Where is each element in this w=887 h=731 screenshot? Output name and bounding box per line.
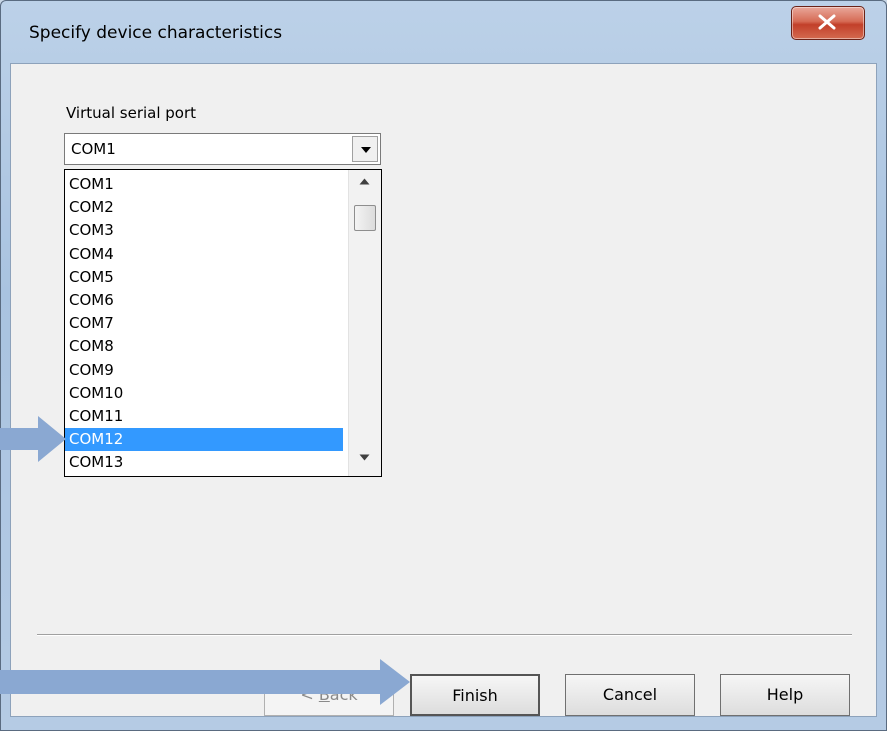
dropdown-option-com10[interactable]: COM10 bbox=[65, 382, 343, 405]
serial-port-combobox[interactable]: COM1 bbox=[64, 133, 381, 165]
dialog-body: Virtual serial port COM1 COM1 COM2 COM3 COM… bbox=[10, 63, 877, 717]
dropdown-option-com9[interactable]: COM9 bbox=[65, 359, 343, 382]
serial-port-label: Virtual serial port bbox=[66, 104, 197, 122]
scroll-down-arrow-icon[interactable] bbox=[359, 454, 370, 461]
dropdown-option-com11[interactable]: COM11 bbox=[65, 405, 343, 428]
dialog-window: Specify device characteristics Virtual s… bbox=[0, 0, 887, 731]
dropdown-option-com12[interactable]: COM12 bbox=[65, 428, 343, 452]
dropdown-option-com2[interactable]: COM2 bbox=[65, 196, 343, 219]
scroll-thumb[interactable] bbox=[354, 205, 376, 231]
dropdown-option-com8[interactable]: COM8 bbox=[65, 335, 343, 358]
title-bar[interactable]: Specify device characteristics bbox=[1, 1, 886, 63]
chevron-down-icon bbox=[361, 147, 371, 153]
dropdown-options: COM1 COM2 COM3 COM4 COM5 COM6 COM7 COM8 COM9 COM1… bbox=[65, 173, 343, 474]
serial-port-selected-value: COM1 bbox=[71, 140, 116, 158]
dropdown-option-com1[interactable]: COM1 bbox=[65, 173, 343, 196]
combobox-dropdown-button[interactable] bbox=[352, 136, 378, 162]
footer-separator bbox=[37, 634, 852, 636]
close-icon bbox=[818, 14, 836, 30]
annotation-arrow-finish-icon bbox=[0, 659, 410, 705]
scroll-up-arrow-icon[interactable] bbox=[359, 178, 370, 185]
dropdown-option-com4[interactable]: COM4 bbox=[65, 243, 343, 266]
cancel-button[interactable]: Cancel bbox=[565, 674, 695, 716]
dropdown-scrollbar[interactable] bbox=[348, 170, 381, 476]
window-title: Specify device characteristics bbox=[29, 23, 283, 43]
help-button[interactable]: Help bbox=[720, 674, 850, 716]
annotation-arrow-icon bbox=[0, 416, 66, 462]
serial-port-dropdown-list[interactable]: COM1 COM2 COM3 COM4 COM5 COM6 COM7 COM8 COM9 COM1… bbox=[64, 169, 382, 477]
close-button[interactable] bbox=[791, 6, 865, 40]
dropdown-option-com5[interactable]: COM5 bbox=[65, 266, 343, 289]
dropdown-option-com7[interactable]: COM7 bbox=[65, 312, 343, 335]
dropdown-option-com3[interactable]: COM3 bbox=[65, 219, 343, 242]
dropdown-option-com13[interactable]: COM13 bbox=[65, 451, 343, 474]
dropdown-option-com6[interactable]: COM6 bbox=[65, 289, 343, 312]
finish-button[interactable]: Finish bbox=[410, 674, 540, 716]
